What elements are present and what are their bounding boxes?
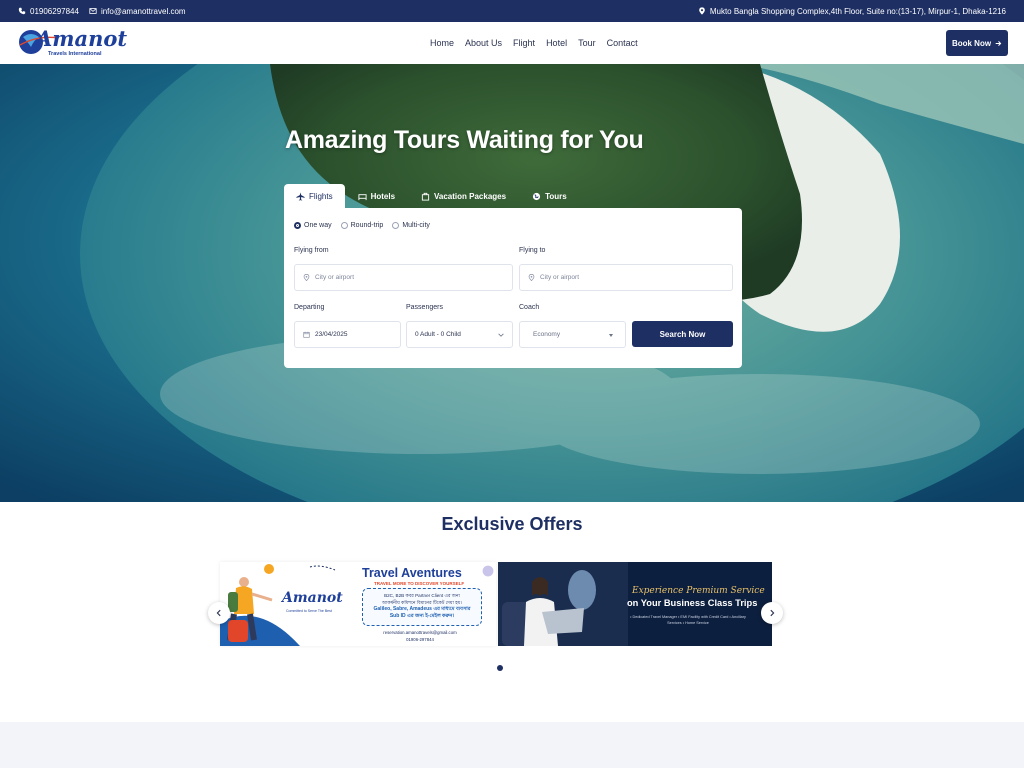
card1-subtitle: TRAVEL MORE TO DISCOVER YOURSELF [374,581,465,586]
radio-dot [340,222,348,229]
chevron-down-icon [498,333,504,337]
location-pin-icon [528,274,535,281]
airplane-icon [296,191,305,201]
tab-vacation-label: Vacation Packages [434,191,507,201]
arrow-right-icon [995,40,1002,46]
card2-main-heading: on Your Business Class Trips [627,598,758,608]
tab-tours-label: Tours [545,191,567,201]
search-tabs: Flights Hotels Vacation Packages Tours [284,184,580,208]
main-nav: Home About Us Flight Hotel Tour Contact [430,22,638,64]
card1-line2: আকর্ষনীয় কমিশনে বিমানের টিকেট দেয়া হয়… [382,600,462,605]
nav-about-us[interactable]: About Us [465,38,502,48]
brand-logo[interactable]: Amanot Travels International [18,25,127,61]
tab-vacation-packages[interactable]: Vacation Packages [408,184,519,208]
card1-message-box: B2C, B2B কবর Partner Client এর জন্য আকর্… [362,588,482,626]
tab-flights-label: Flights [309,191,333,201]
radio-one-way[interactable]: One way [294,222,332,229]
hero-title: Amazing Tours Waiting for You [285,126,644,154]
departing-date-input[interactable]: 23/04/2025 [294,321,401,348]
nav-home[interactable]: Home [430,38,454,48]
card2-bullets: • Dedicated Travel Manager • EMI Facilit… [630,615,746,625]
nav-tour[interactable]: Tour [578,38,596,48]
nav-contact[interactable]: Contact [607,38,638,48]
radio-multi-city[interactable]: Multi-city [392,222,430,229]
tab-hotels[interactable]: Hotels [345,184,408,208]
radio-dot [392,222,400,229]
departing-date-value: 23/04/2025 [315,331,348,338]
email-info[interactable]: info@amanottravel.com [89,7,186,16]
trip-type-group: One way Round-trip Multi-city [294,222,430,229]
dropdown-caret-icon [609,334,613,337]
book-now-label: Book Now [951,38,992,48]
location-pin-icon [303,274,310,281]
address-text: Mukto Bangla Shopping Complex,4th Floor,… [709,6,1006,16]
flying-from-input[interactable]: City or airport [294,264,513,291]
top-bar: 01906297844 info@amanottravel.com Mukto … [0,0,1024,22]
calendar-icon [303,331,310,338]
flying-to-placeholder: City or airport [540,274,580,281]
search-now-button[interactable]: Search Now [632,321,733,347]
decor-circle-icon [482,565,494,577]
coach-value: Economy [533,331,561,338]
phone-number: 01906297844 [30,6,79,16]
phone-info[interactable]: 01906297844 [18,7,79,16]
coach-label: Coach [519,304,540,311]
chevron-left-icon [216,609,221,617]
radio-multi-city-label: Multi-city [402,222,430,229]
mail-icon [89,8,97,14]
location-pin-icon [699,7,705,15]
tab-flights[interactable]: Flights [284,184,345,208]
email-address: info@amanottravel.com [100,6,186,16]
passengers-label: Passengers [406,304,443,311]
flying-from-placeholder: City or airport [315,274,355,281]
flight-search-panel: One way Round-trip Multi-city Flying fro… [284,208,742,368]
logo-name: Amanot [36,26,128,51]
hero-banner: Amazing Tours Waiting for You Flights Ho… [0,64,1024,502]
radio-dot [294,222,301,229]
nav-flight[interactable]: Flight [513,38,535,48]
passengers-value: 0 Adult - 0 Child [415,331,461,338]
card1-line1: B2C, B2B কবর Partner Client এর জন্য [384,593,460,598]
offers-title: Exclusive Offers [441,514,583,534]
card1-title: Travel Aventures [362,566,462,580]
offer-card-travel-adventures[interactable]: Amanot Committed to Serve The Best Trave… [220,562,496,646]
tab-tours[interactable]: Tours [519,184,580,208]
business-traveler-image [498,562,628,646]
radio-one-way-label: One way [304,222,332,229]
radio-round-trip[interactable]: Round-trip [340,222,384,229]
card2-script-heading: Experience Premium Service [632,586,765,596]
card1-phone: 01906-297844 [406,637,434,642]
tab-hotels-label: Hotels [370,191,396,201]
card1-line3: Galileo, Sabre, Amadeus এর মাধ্যমে ব্যবস… [373,606,471,612]
card1-email: reservation.amanottravels@gmail.com [383,630,457,635]
carousel-next-button[interactable] [761,602,783,624]
card-logo: Amanot [282,590,343,606]
flying-to-input[interactable]: City or airport [519,264,733,291]
departing-label: Departing [294,304,325,311]
offer-card-business-class[interactable]: Experience Premium Service on Your Busin… [498,562,772,646]
card1-contact: reservation.amanottravels@gmail.com 0190… [368,629,472,643]
card-logo-tagline: Committed to Serve The Best [286,609,332,613]
book-now-button[interactable]: Book Now [946,30,1008,56]
bed-icon [358,193,367,200]
exclusive-offers-section: Exclusive Offers Amanot Committed to Ser… [0,502,1024,722]
phone-icon [18,7,26,15]
carousel-pagination-dot[interactable] [497,665,503,671]
address-info: Mukto Bangla Shopping Complex,4th Floor,… [698,7,1006,16]
chevron-right-icon [770,609,775,617]
nav-hotel[interactable]: Hotel [546,38,567,48]
flying-to-label: Flying to [519,247,546,254]
passengers-select[interactable]: 0 Adult - 0 Child [406,321,513,348]
card1-line4: Sub ID এর জন্য ই-মেইল করুন। [389,613,455,619]
globe-icon [532,192,541,200]
next-section-band [0,722,1024,768]
logo-subtitle: Travels International [48,51,102,57]
site-header: Amanot Travels International Home About … [0,22,1024,64]
flying-from-label: Flying from [294,247,329,254]
radio-round-trip-label: Round-trip [350,222,384,229]
suitcase-icon [421,192,430,201]
carousel-prev-button[interactable] [208,602,230,624]
coach-select[interactable]: Economy [519,321,626,348]
